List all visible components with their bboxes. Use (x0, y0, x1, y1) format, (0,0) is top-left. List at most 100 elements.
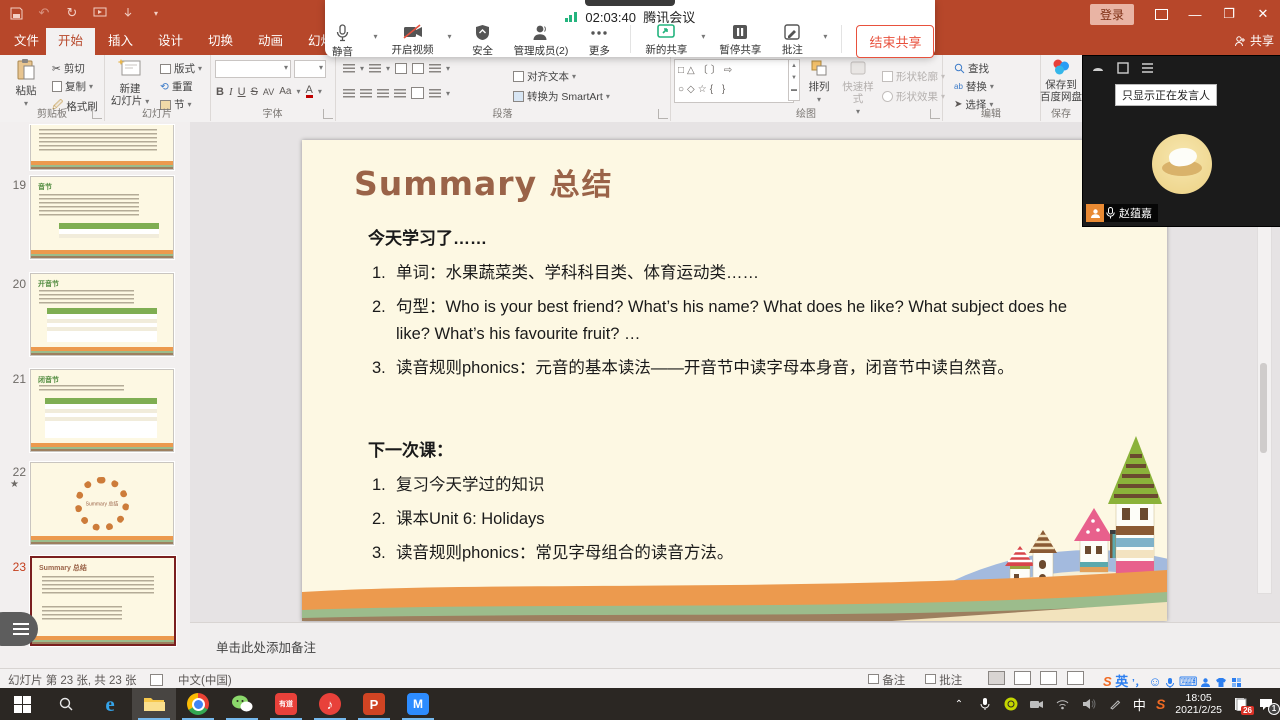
thumbnail-slide-22[interactable]: Summary 总结 (30, 462, 174, 545)
char-spacing-button[interactable]: AV (263, 87, 274, 97)
bold-button[interactable]: B (216, 86, 224, 98)
ime-language-toggle[interactable]: 英 (1115, 674, 1128, 689)
tray-notification-mail-icon[interactable]: 26 (1232, 696, 1248, 712)
font-dialog-launcher[interactable] (323, 109, 333, 119)
security-button[interactable]: 安全 (466, 24, 500, 58)
soft-keyboard-icon[interactable]: ⌨ (1179, 674, 1197, 689)
paste-button[interactable]: 粘贴▾ (2, 58, 50, 110)
drawing-dialog-launcher[interactable] (930, 109, 940, 119)
thumbnail-slide-20[interactable]: 开音节 (30, 273, 174, 356)
floating-list-button[interactable] (0, 612, 38, 646)
tray-input-indicator[interactable]: 中 (1133, 695, 1146, 714)
action-center-icon[interactable]: 1 (1258, 696, 1274, 712)
sogou-logo-icon[interactable]: S (1103, 674, 1112, 689)
shape-effects-button[interactable]: 形状效果▾ (882, 89, 945, 104)
align-center-icon[interactable] (360, 89, 372, 98)
tray-camera-icon[interactable] (1029, 696, 1045, 712)
tab-transitions[interactable]: 切换 (196, 28, 245, 55)
ime-person-icon[interactable] (1200, 677, 1211, 688)
scrollbar-thumb[interactable] (1260, 363, 1267, 453)
paragraph-dialog-launcher[interactable] (658, 109, 668, 119)
font-name-combobox[interactable]: ▾ (215, 60, 291, 78)
smartart-button[interactable]: 转换为 SmartArt▾ (513, 89, 610, 104)
arrange-button[interactable]: 排列▾ (802, 58, 836, 106)
align-right-icon[interactable] (377, 89, 389, 98)
save-to-baidu-button[interactable]: 保存到百度网盘 (1037, 58, 1085, 103)
shape-gallery[interactable]: □△〔〕⇨ ○◇☆{ } (674, 59, 794, 103)
slide-sorter-view-button[interactable] (1014, 671, 1031, 685)
share-options-caret[interactable]: ▾ (701, 32, 705, 41)
tray-expand-icon[interactable]: ⌃ (951, 696, 967, 712)
taskbar-search-button[interactable] (44, 688, 88, 720)
indent-decrease-icon[interactable] (395, 63, 407, 74)
pause-share-button[interactable]: 暂停共享 (719, 24, 761, 57)
annotate-button[interactable]: 批注 (775, 24, 809, 57)
line-spacing-icon[interactable] (429, 64, 441, 73)
redo-icon[interactable]: ↻ (64, 5, 80, 21)
taskbar-powerpoint-icon[interactable]: P (352, 688, 396, 720)
ime-skin-icon[interactable] (1215, 677, 1227, 688)
manage-members-button[interactable]: 管理成员(2) (514, 24, 569, 58)
justify-icon[interactable] (394, 89, 406, 98)
columns-icon[interactable] (411, 87, 424, 99)
align-text-button[interactable]: 对齐文本▾ (513, 69, 576, 84)
qat-dropdown-icon[interactable]: ▾ (148, 5, 164, 21)
thumbnail-slide-23-selected[interactable]: Summary 总结 (30, 556, 176, 646)
tray-mic-icon[interactable] (977, 696, 993, 712)
toolbar-drag-handle[interactable] (585, 0, 675, 6)
panel-list-icon[interactable] (1141, 61, 1154, 79)
tray-sogou-icon[interactable]: S (1156, 696, 1165, 712)
emoji-icon[interactable]: ☺ (1148, 674, 1161, 689)
indent-increase-icon[interactable] (412, 63, 424, 74)
replace-button[interactable]: ab 替换▾ (954, 79, 994, 94)
layout-button[interactable]: 版式▾ (160, 61, 202, 76)
ime-toolbox-icon[interactable] (1231, 677, 1242, 688)
tab-animations[interactable]: 动画 (246, 28, 295, 55)
panel-layout-icon[interactable] (1117, 61, 1129, 79)
mute-button[interactable]: 静音 (326, 24, 360, 59)
find-button[interactable]: 查找 (954, 61, 989, 76)
new-slide-button[interactable]: 新建幻灯片 ▾ (106, 58, 154, 108)
video-options-caret[interactable]: ▾ (448, 32, 452, 41)
slide-scrollbar[interactable] (1257, 212, 1272, 594)
participant-avatar[interactable] (1152, 134, 1212, 194)
text-direction-icon[interactable] (429, 89, 441, 98)
tab-home[interactable]: 开始 (46, 28, 95, 55)
tab-insert[interactable]: 插入 (96, 28, 145, 55)
comments-toggle-button[interactable]: 批注 (925, 672, 962, 688)
italic-button[interactable]: I (229, 86, 233, 98)
notes-toggle-button[interactable]: 备注 (868, 672, 905, 688)
taskbar-explorer-icon[interactable] (132, 688, 176, 720)
taskbar-netease-music-icon[interactable]: ♪ (308, 688, 352, 720)
start-video-button[interactable]: 开启视频 (392, 24, 434, 57)
new-share-button[interactable]: 新的共享 (645, 24, 687, 57)
tray-volume-icon[interactable] (1081, 696, 1097, 712)
clipboard-dialog-launcher[interactable] (92, 109, 102, 119)
login-button[interactable]: 登录 (1090, 4, 1134, 25)
align-left-icon[interactable] (343, 89, 355, 98)
slideshow-view-button[interactable] (1067, 671, 1084, 685)
reset-button[interactable]: ⟲重置 (160, 79, 193, 94)
taskbar-youdao-icon[interactable]: 有道 (264, 688, 308, 720)
tab-design[interactable]: 设计 (146, 28, 195, 55)
start-button[interactable] (0, 688, 44, 720)
spellcheck-icon[interactable] (150, 674, 163, 686)
tray-wifi-icon[interactable] (1055, 696, 1071, 712)
tray-pen-icon[interactable] (1107, 696, 1123, 712)
notes-pane[interactable]: 单击此处添加备注 (190, 622, 1280, 669)
taskbar-tencent-meeting-icon[interactable]: M (396, 688, 440, 720)
share-button[interactable]: 共享 (1234, 32, 1274, 49)
numbering-icon[interactable] (369, 64, 381, 73)
strikethrough-button[interactable]: S (251, 86, 258, 98)
taskbar-chrome-icon[interactable] (176, 688, 220, 720)
mute-options-caret[interactable]: ▾ (374, 32, 378, 41)
thumbnail-slide-19[interactable]: 音节 (30, 176, 174, 259)
font-size-combobox[interactable]: ▾ (294, 60, 326, 78)
taskbar-clock[interactable]: 18:05 2021/2/25 (1175, 692, 1222, 716)
annotate-options-caret[interactable]: ▾ (823, 32, 827, 41)
language-indicator[interactable]: 中文(中国) (178, 672, 232, 688)
ribbon-display-options-button[interactable] (1144, 0, 1178, 28)
thumbnail-slide-18-partial[interactable] (30, 125, 174, 170)
shape-gallery-scroll[interactable]: ▲▼▬ (788, 59, 800, 101)
start-slideshow-icon[interactable] (92, 5, 108, 21)
